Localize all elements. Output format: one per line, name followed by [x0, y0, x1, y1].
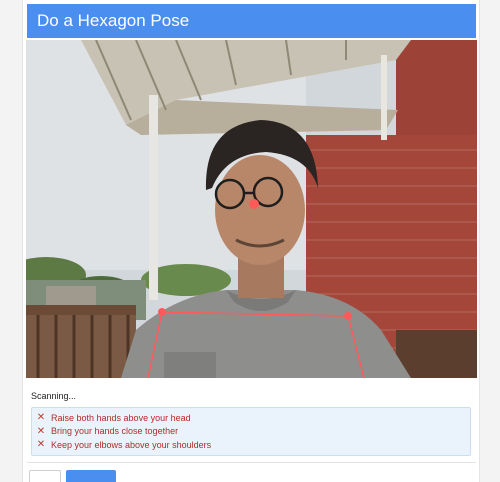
instruction-list: ✕ Raise both hands above your head ✕ Bri… — [31, 407, 471, 456]
pose-dialog: Do a Hexagon Pose Scanning... ✕ Raise bo… — [22, 0, 480, 482]
instruction-item: ✕ Keep your elbows above your shoulders — [36, 438, 470, 452]
x-icon: ✕ — [36, 412, 46, 424]
page: Do a Hexagon Pose Scanning... ✕ Raise bo… — [0, 0, 500, 482]
footer-divider — [27, 462, 476, 463]
x-icon: ✕ — [36, 425, 46, 437]
secondary-button[interactable] — [29, 470, 61, 482]
instruction-text: Keep your elbows above your shoulders — [51, 439, 212, 450]
instruction-item: ✕ Raise both hands above your head — [36, 411, 470, 425]
instruction-text: Raise both hands above your head — [51, 412, 191, 423]
camera-feed — [26, 40, 477, 378]
primary-button[interactable] — [66, 470, 116, 482]
instruction-item: ✕ Bring your hands close together — [36, 425, 470, 439]
x-icon: ✕ — [36, 439, 46, 451]
instruction-text: Bring your hands close together — [51, 426, 179, 437]
dialog-title-bar: Do a Hexagon Pose — [27, 4, 476, 38]
scan-status: Scanning... — [31, 391, 77, 401]
camera-image — [26, 40, 477, 378]
dialog-title: Do a Hexagon Pose — [37, 11, 190, 30]
